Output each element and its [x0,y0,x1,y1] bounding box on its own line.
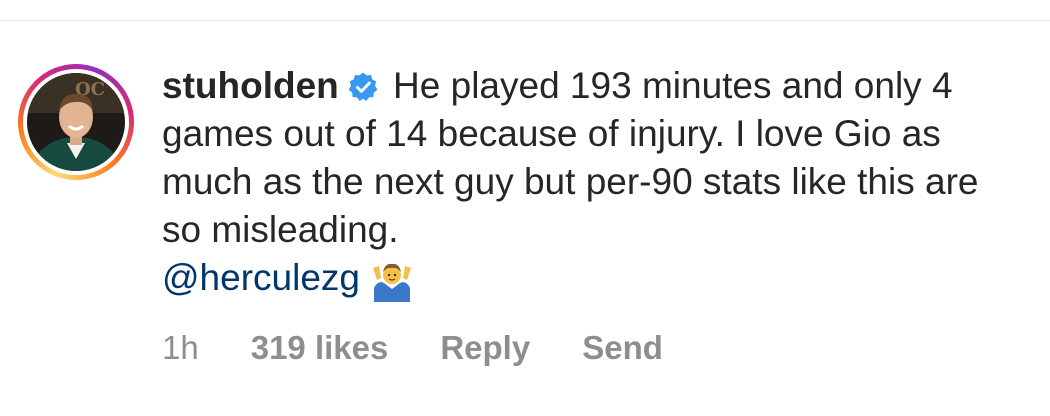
reply-button[interactable]: Reply [440,328,530,368]
verified-badge-icon [348,72,378,101]
story-ring[interactable]: OC [18,64,134,180]
avatar[interactable]: OC [27,73,125,171]
comment-body: stuholden He played 193 minutes and only… [162,62,1022,302]
comment-username[interactable]: stuholden [162,65,339,106]
mention-link[interactable]: @herculezg [162,257,360,298]
comment-meta: 1h 319 likes Reply Send [162,328,663,368]
shrug-emoji-icon [373,263,411,302]
comment-timestamp: 1h [162,329,199,366]
send-button[interactable]: Send [582,328,663,368]
likes-count[interactable]: 319 likes [251,328,389,368]
top-divider [0,20,1050,21]
